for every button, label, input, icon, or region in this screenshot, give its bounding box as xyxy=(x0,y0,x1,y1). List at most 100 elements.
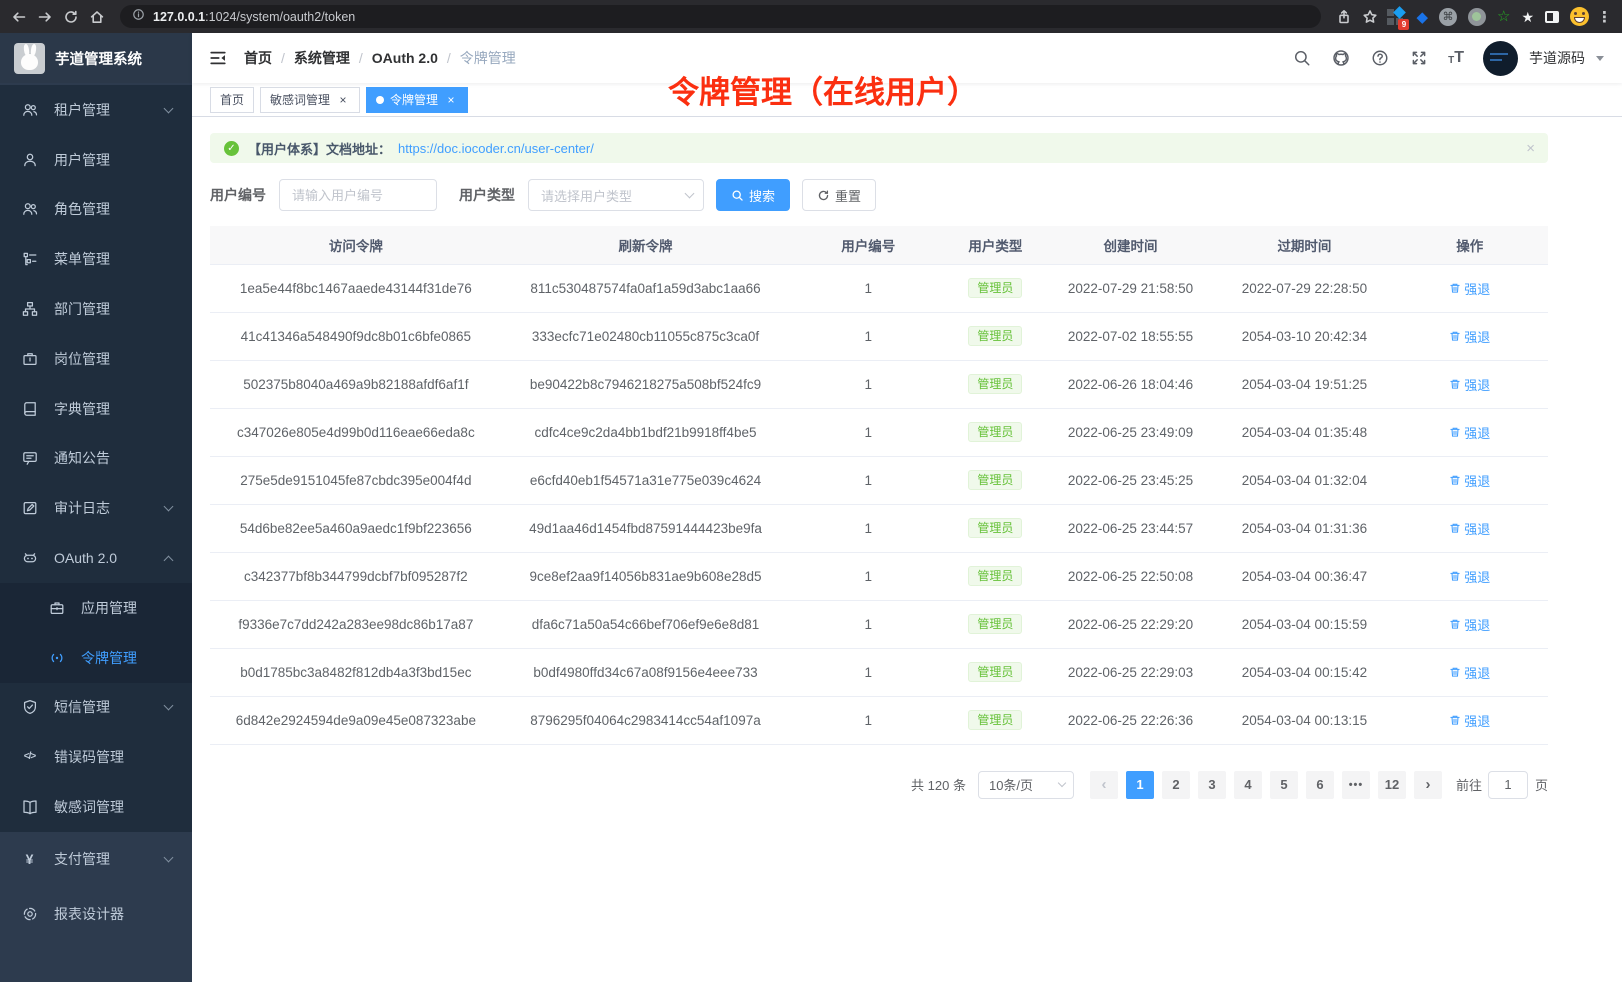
sidebar-item-error-code[interactable]: </>错误码管理 xyxy=(0,732,192,782)
sidebar-item-label: 岗位管理 xyxy=(54,349,110,369)
force-logout-button[interactable]: 强退 xyxy=(1449,663,1490,682)
table-cell: 2022-07-29 22:28:50 xyxy=(1217,264,1391,312)
app-logo-row[interactable]: 芋道管理系统 xyxy=(0,33,192,83)
pin-extension-icon[interactable]: ★ xyxy=(1521,10,1534,24)
tab-close-icon[interactable]: × xyxy=(336,93,350,107)
sidebar-item-role[interactable]: 角色管理 xyxy=(0,185,192,235)
search-button[interactable]: 搜索 xyxy=(716,179,790,211)
bookmark-star-icon[interactable] xyxy=(1361,8,1379,26)
home-icon[interactable] xyxy=(88,8,106,26)
site-info-icon[interactable] xyxy=(132,8,145,26)
user-type-select[interactable]: 请选择用户类型 xyxy=(528,179,704,211)
table-cell: b0df4980ffd34c67a08f9156e4eee733 xyxy=(502,648,790,696)
user-id-input[interactable] xyxy=(279,179,437,211)
sidebar-item-label: 租户管理 xyxy=(54,100,110,120)
next-page-button[interactable]: › xyxy=(1414,771,1442,799)
help-icon[interactable] xyxy=(1370,48,1390,68)
page-button-1[interactable]: 1 xyxy=(1126,771,1154,799)
column-header: 创建时间 xyxy=(1044,226,1218,264)
page-button-3[interactable]: 3 xyxy=(1198,771,1226,799)
sidebar-item-dept[interactable]: 部门管理 xyxy=(0,284,192,334)
gem-extension-icon[interactable]: ◆ xyxy=(1416,8,1428,26)
force-logout-button[interactable]: 强退 xyxy=(1449,279,1490,298)
sidebar-item-report-designer[interactable]: 报表设计器 xyxy=(0,887,192,942)
table-cell: 管理员 xyxy=(947,504,1043,552)
force-logout-button[interactable]: 强退 xyxy=(1449,519,1490,538)
table-cell: 811c530487574fa0af1a59d3abc1aa66 xyxy=(502,264,790,312)
page-size-select[interactable]: 10条/页 xyxy=(978,771,1074,799)
font-size-icon[interactable]: TT xyxy=(1448,50,1464,66)
goto-page-input[interactable] xyxy=(1488,771,1528,799)
force-logout-button[interactable]: 强退 xyxy=(1449,327,1490,346)
search-icon[interactable] xyxy=(1292,48,1312,68)
breadcrumb-item[interactable]: 系统管理 xyxy=(294,48,350,68)
column-header: 刷新令牌 xyxy=(502,226,790,264)
command-extension-icon[interactable]: ⌘ xyxy=(1439,8,1457,26)
breadcrumb: 首页/系统管理/OAuth 2.0/令牌管理 xyxy=(244,48,516,68)
breadcrumb-item[interactable]: OAuth 2.0 xyxy=(372,50,438,66)
reload-icon[interactable] xyxy=(62,8,80,26)
caret-down-icon[interactable] xyxy=(1596,56,1604,61)
sidebar-item-oauth2-token[interactable]: 令牌管理 xyxy=(0,633,192,683)
sidebar-item-dict[interactable]: 字典管理 xyxy=(0,384,192,434)
sidebar-item-menu[interactable]: 菜单管理 xyxy=(0,234,192,284)
sidebar-item-sms[interactable]: 短信管理 xyxy=(0,683,192,733)
prev-page-button[interactable]: ‹ xyxy=(1090,771,1118,799)
page-button-2[interactable]: 2 xyxy=(1162,771,1190,799)
alert-link[interactable]: https://doc.iocoder.cn/user-center/ xyxy=(398,141,594,156)
sidebar-item-label: 错误码管理 xyxy=(54,747,124,767)
sidebar-item-label: OAuth 2.0 xyxy=(54,550,117,566)
tab-close-icon[interactable]: × xyxy=(444,93,458,107)
address-bar[interactable]: 127.0.0.1:1024/system/oauth2/token xyxy=(120,5,1321,28)
reset-button[interactable]: 重置 xyxy=(802,179,876,211)
force-logout-button[interactable]: 强退 xyxy=(1449,615,1490,634)
force-logout-button[interactable]: 强退 xyxy=(1449,423,1490,442)
alert-close-icon[interactable]: × xyxy=(1526,140,1535,157)
breadcrumb-separator: / xyxy=(447,50,451,66)
sidebar-item-sensitive-word[interactable]: 敏感词管理 xyxy=(0,782,192,832)
force-logout-button[interactable]: 强退 xyxy=(1449,375,1490,394)
force-logout-button[interactable]: 强退 xyxy=(1449,567,1490,586)
force-logout-button[interactable]: 强退 xyxy=(1449,471,1490,490)
extension-blocks-icon[interactable]: 9 xyxy=(1387,8,1405,26)
page-button-12[interactable]: 12 xyxy=(1378,771,1406,799)
sidebar-item-pay[interactable]: ¥支付管理 xyxy=(0,832,192,887)
sidebar-item-notice[interactable]: 通知公告 xyxy=(0,434,192,484)
browser-toolbar: 127.0.0.1:1024/system/oauth2/token 9 ◆ ⌘… xyxy=(0,0,1622,33)
tab-敏感词管理[interactable]: 敏感词管理× xyxy=(260,87,360,113)
breadcrumb-item: 令牌管理 xyxy=(460,48,516,68)
table-cell: 2022-06-25 22:26:36 xyxy=(1044,696,1218,744)
browser-menu-icon[interactable]: ⋮ xyxy=(1597,8,1612,26)
app-shell: 芋道管理系统 租户管理用户管理角色管理菜单管理部门管理岗位管理字典管理通知公告审… xyxy=(0,33,1622,982)
profile-avatar-icon[interactable] xyxy=(1570,7,1589,26)
table-cell-actions: 强退 xyxy=(1391,552,1548,600)
sidebar-item-oauth2[interactable]: OAuth 2.0 xyxy=(0,533,192,583)
back-icon[interactable] xyxy=(10,8,28,26)
sidebar-toggle-icon[interactable] xyxy=(208,48,228,68)
breadcrumb-item[interactable]: 首页 xyxy=(244,48,272,68)
fullscreen-icon[interactable] xyxy=(1409,48,1429,68)
tab-首页[interactable]: 首页 xyxy=(210,87,254,113)
page-button-4[interactable]: 4 xyxy=(1234,771,1262,799)
page-button-6[interactable]: 6 xyxy=(1306,771,1334,799)
more-pages-button[interactable]: ••• xyxy=(1342,771,1370,799)
sidebar-item-tenant[interactable]: 租户管理 xyxy=(0,85,192,135)
sidebar-item-post[interactable]: 岗位管理 xyxy=(0,334,192,384)
record-extension-icon[interactable] xyxy=(1468,8,1486,26)
sidebar-item-audit-log[interactable]: 审计日志 xyxy=(0,483,192,533)
page-button-5[interactable]: 5 xyxy=(1270,771,1298,799)
share-icon[interactable] xyxy=(1335,8,1353,26)
sidebar-item-label: 通知公告 xyxy=(54,448,110,468)
side-panel-icon[interactable] xyxy=(1545,11,1559,23)
star-extension-icon[interactable]: ☆ xyxy=(1497,9,1510,24)
force-logout-button[interactable]: 强退 xyxy=(1449,711,1490,730)
username[interactable]: 芋道源码 xyxy=(1529,48,1585,68)
sidebar-item-oauth2-app[interactable]: 应用管理 xyxy=(0,583,192,633)
sidebar-item-user[interactable]: 用户管理 xyxy=(0,135,192,185)
forward-icon[interactable] xyxy=(36,8,54,26)
github-icon[interactable] xyxy=(1331,48,1351,68)
table-cell: 2054-03-04 00:13:15 xyxy=(1217,696,1391,744)
user-avatar[interactable] xyxy=(1483,41,1518,76)
sidebar-item-label: 角色管理 xyxy=(54,199,110,219)
tab-令牌管理[interactable]: 令牌管理× xyxy=(366,87,468,113)
